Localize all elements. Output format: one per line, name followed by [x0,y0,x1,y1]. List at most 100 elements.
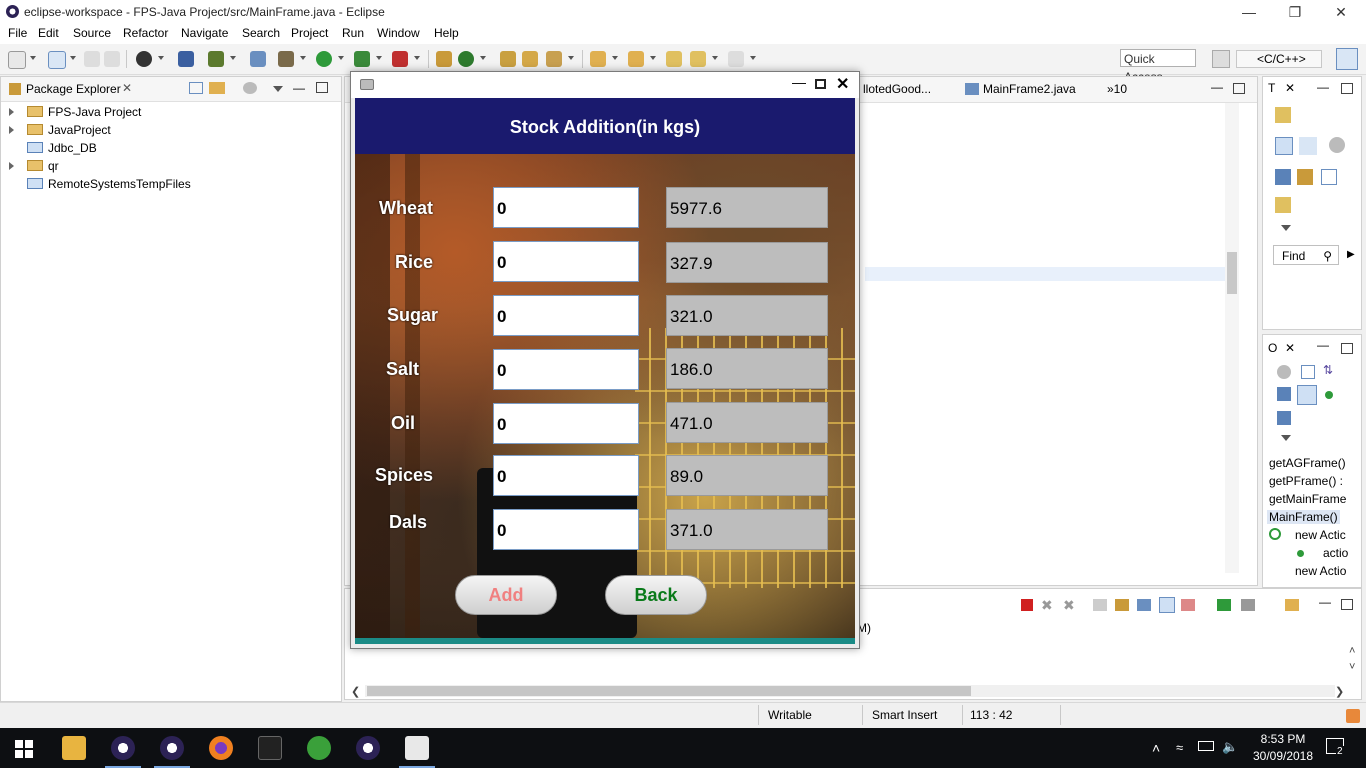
close-icon[interactable]: ✕ [836,74,849,94]
maximize-icon[interactable] [316,82,328,93]
menu-project[interactable]: Project [291,26,328,40]
outline-item[interactable]: getAGFrame() [1269,456,1346,470]
chevron-up-icon[interactable]: ˄ [1152,740,1160,756]
terminate-icon[interactable] [1021,599,1033,611]
spices-input[interactable]: 0 [493,455,639,496]
maximize-icon[interactable] [815,79,826,89]
chevron-right-icon[interactable] [9,126,14,134]
add-button[interactable]: Add [455,575,557,615]
last-edit-icon[interactable] [666,51,682,67]
search-type-icon[interactable] [1275,197,1291,213]
show-members-icon[interactable] [1297,169,1313,185]
subtype-icon[interactable] [1329,137,1345,153]
package-icon[interactable] [436,51,452,67]
maximize-icon[interactable] [1341,599,1353,610]
link-editor-icon[interactable] [209,82,225,94]
firefox-icon[interactable] [209,736,233,760]
back-button[interactable]: Back [605,575,707,615]
restore-icon[interactable]: ❐ [1272,0,1318,24]
scroll-lock-icon[interactable] [1115,599,1129,611]
java-icon[interactable] [405,736,429,760]
scrollbar-thumb[interactable] [367,686,971,696]
outline-item-selected[interactable]: MainFrame() [1267,510,1340,524]
menu-window[interactable]: Window [377,26,420,40]
outline-filter-icon[interactable] [1277,365,1291,379]
chevron-down-icon[interactable] [1281,435,1291,441]
debug-icon[interactable] [278,51,294,67]
rice-input[interactable]: 0 [493,241,639,282]
collapse-icon[interactable] [1321,169,1337,185]
new-console-icon[interactable] [1285,599,1299,611]
outline-item[interactable]: new Actio [1295,564,1346,578]
clear-console-icon[interactable] [1093,599,1107,611]
chevron-down-icon[interactable] [712,56,718,60]
maximize-icon[interactable] [1341,83,1353,94]
chevron-right-icon[interactable]: ▶ [1347,249,1355,260]
chevron-down-icon[interactable] [612,56,618,60]
word-wrap-icon[interactable] [1137,599,1151,611]
chevron-down-icon[interactable] [376,56,382,60]
open-folder-icon[interactable] [522,51,538,67]
collapse-all-icon[interactable] [1301,365,1315,379]
wifi-icon[interactable]: ≈ [1176,740,1183,755]
profile-icon[interactable] [136,51,152,67]
new-icon[interactable] [8,51,26,69]
supertype-icon[interactable] [1299,137,1317,155]
minimize-icon[interactable]: — [1317,80,1329,94]
chevron-down-icon[interactable] [568,56,574,60]
hide-static-icon[interactable] [1297,385,1317,405]
chevron-down-icon[interactable] [158,56,164,60]
oil-input[interactable]: 0 [493,403,639,444]
chevron-down-icon[interactable] [650,56,656,60]
editor-vertical-scrollbar[interactable] [1225,103,1239,573]
lock-view-icon[interactable] [1275,169,1291,185]
minimize-icon[interactable]: — [1226,0,1272,24]
menu-help[interactable]: Help [434,26,459,40]
chevron-down-icon[interactable] [1281,225,1291,231]
dals-input[interactable]: 0 [493,509,639,550]
pin-console-icon[interactable] [1159,597,1175,613]
public-member-icon[interactable] [1325,391,1333,399]
menu-edit[interactable]: Edit [38,26,59,40]
close-icon[interactable]: ✕ [1318,0,1364,24]
tab-allotedgoods[interactable]: llotedGood... [863,82,931,96]
quick-access-input[interactable]: Quick Access [1120,49,1196,84]
eclipse-icon[interactable] [111,736,135,760]
close-icon[interactable]: ✕ [122,81,132,95]
rss-icon[interactable] [1346,709,1360,723]
menu-file[interactable]: File [8,26,27,40]
wheat-input[interactable]: 0 [493,187,639,228]
remove-all-icon[interactable]: ✖ [1063,597,1075,614]
menu-source[interactable]: Source [73,26,111,40]
windows-start-icon[interactable] [15,740,33,758]
eclipse-icon[interactable] [160,736,184,760]
run-icon[interactable] [316,51,332,67]
outline-item[interactable]: actio [1323,546,1348,560]
history-icon[interactable] [1275,107,1291,123]
scroll-up-icon[interactable]: ˄ [1349,645,1355,657]
scroll-down-icon[interactable]: ˅ [1349,661,1355,673]
close-icon[interactable]: ✕ [1285,81,1295,95]
close-icon[interactable]: ✕ [1285,341,1295,355]
hide-fields-icon[interactable] [1277,387,1291,401]
chevron-down-icon[interactable] [30,56,36,60]
eclipse-icon[interactable] [356,736,380,760]
volume-icon[interactable]: 🔈 [1222,739,1238,755]
hide-nonpublic-icon[interactable] [1277,411,1291,425]
scrollbar-thumb[interactable] [1227,252,1237,294]
chevron-right-icon[interactable] [9,108,14,116]
menu-search[interactable]: Search [242,26,280,40]
remove-launch-icon[interactable]: ✖ [1041,597,1053,614]
filters-icon[interactable] [243,82,257,94]
back-arrow-icon[interactable] [690,51,706,67]
terminal-icon[interactable] [178,51,194,67]
minimize-icon[interactable]: — [293,81,305,95]
mysql-icon[interactable] [258,736,282,760]
save-all-icon[interactable] [104,51,120,67]
chevron-down-icon[interactable] [230,56,236,60]
chevron-down-icon[interactable] [338,56,344,60]
pin-icon[interactable] [250,51,266,67]
java-perspective-icon[interactable] [1336,48,1358,70]
collapse-all-icon[interactable] [189,82,203,94]
tasks-icon[interactable] [208,51,224,67]
